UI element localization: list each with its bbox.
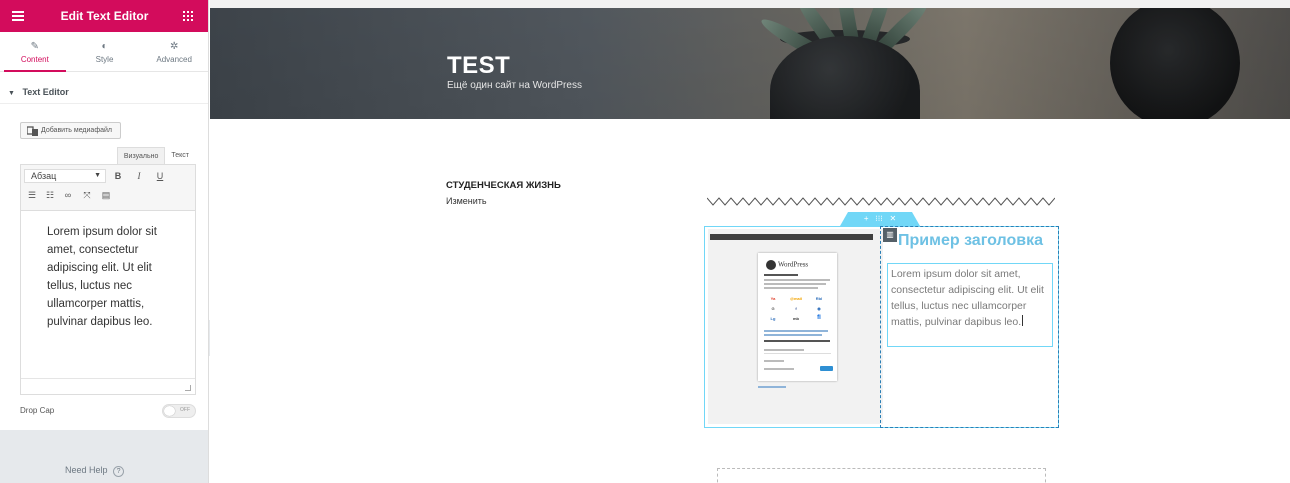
edit-link[interactable]: Изменить — [446, 196, 487, 206]
editor-mode-tabs: Визуально Текст — [116, 147, 195, 165]
screenshot-logo-tile: ◉ — [817, 306, 821, 311]
screenshot-line — [764, 353, 831, 354]
screenshot-login-button — [820, 366, 833, 371]
post-heading: СТУДЕНЧЕСКАЯ ЖИЗНЬ — [446, 180, 561, 191]
screenshot-line — [764, 349, 804, 351]
screenshot-line — [764, 368, 794, 370]
toggle-state: OFF — [180, 407, 190, 413]
banner-overlay — [210, 8, 1290, 119]
toggle-knob — [164, 406, 175, 416]
wordpress-brand: WordPress — [778, 260, 809, 269]
italic-button[interactable]: I — [133, 171, 145, 181]
tab-content-label: Content — [20, 55, 49, 64]
zigzag-divider — [707, 197, 1055, 206]
text-editor-widget[interactable]: Lorem ipsum dolor sit amet, consectetur … — [887, 263, 1053, 347]
toolbar-toggle-icon[interactable]: ▤ — [100, 190, 112, 201]
screenshot-logo-tile: @mail — [790, 296, 802, 301]
site-header-banner: TEST Ещё один сайт на WordPress — [210, 8, 1290, 119]
screenshot-line — [764, 274, 798, 276]
pencil-icon: ✎ — [30, 41, 40, 52]
tab-text[interactable]: Текст — [165, 147, 195, 165]
drag-section-icon[interactable]: ⁝⁝⁝ — [875, 214, 883, 223]
screenshot-logo-tile: mb — [793, 316, 799, 321]
column-handle-icon[interactable]: ▥ — [883, 228, 897, 242]
image-top-bar — [710, 234, 873, 240]
delete-section-icon[interactable]: ✕ — [889, 214, 896, 223]
top-strip — [210, 0, 1290, 8]
screenshot-line — [764, 360, 784, 362]
wordpress-logo-icon — [766, 260, 776, 270]
need-help-link[interactable]: Need Help ? — [65, 465, 125, 477]
panel-title: Edit Text Editor — [60, 9, 149, 23]
wysiwyg-editor: Абзац ▼ B I U ☰ ☷ ∞ ⤧ ▤ Lorem ipsum dolo… — [20, 164, 196, 395]
panel-header: Edit Text Editor — [0, 0, 208, 32]
editor-content[interactable]: Lorem ipsum dolor sit amet, consectetur … — [21, 211, 195, 379]
screenshot-line — [764, 334, 822, 336]
caret-down-icon: ▼ — [8, 90, 15, 97]
tab-content[interactable]: ✎ Content — [0, 32, 70, 72]
screenshot-line — [764, 330, 828, 332]
site-title[interactable]: TEST — [447, 52, 510, 80]
screenshot-logo-tile: fl — [817, 315, 821, 321]
panel-footer: Need Help ? — [0, 430, 208, 483]
need-help-label: Need Help — [65, 465, 108, 475]
help-icon: ? — [113, 466, 125, 477]
elementor-editor: Edit Text Editor ✎ Content ◐ Style ✲ Adv… — [0, 0, 1290, 483]
text-cursor — [1022, 315, 1024, 326]
drop-cap-label: Drop Cap — [20, 406, 55, 415]
resize-handle-icon[interactable] — [185, 385, 191, 391]
screenshot-line — [764, 283, 826, 285]
tab-advanced-label: Advanced — [156, 55, 192, 64]
drop-cap-toggle[interactable]: OFF — [162, 404, 196, 418]
wordpress-logo: WordPress — [766, 260, 808, 270]
format-select-value: Абзац — [31, 171, 57, 181]
underline-button[interactable]: U — [154, 171, 166, 181]
panel-tabs: ✎ Content ◐ Style ✲ Advanced — [0, 32, 208, 72]
screenshot-line — [764, 340, 830, 342]
numbered-list-icon[interactable]: ☷ — [44, 190, 56, 201]
tab-style-label: Style — [95, 55, 114, 64]
screenshot-logo-tile: Rbl — [815, 296, 823, 301]
wordpress-login-screenshot: WordPress Ya @mail Rbl G f ◉ Lg mb fl — [758, 253, 837, 381]
bullet-list-icon[interactable]: ☰ — [26, 190, 38, 201]
screenshot-logo-tile: Lg — [770, 316, 776, 321]
screenshot-logo-tile: G — [771, 306, 775, 311]
screenshot-line — [764, 287, 818, 289]
gear-icon: ✲ — [169, 41, 179, 52]
preview-canvas: TEST Ещё один сайт на WordPress СТУДЕНЧЕ… — [210, 0, 1290, 483]
media-icon — [27, 126, 38, 136]
screenshot-logo-tile: f — [795, 306, 797, 311]
tab-style[interactable]: ◐ Style — [70, 32, 140, 71]
screenshot-logo-tile: Ya — [770, 296, 776, 301]
add-media-button[interactable]: Добавить медиафайл — [20, 122, 121, 139]
section-controls: + ⁝⁝⁝ ✕ — [840, 212, 920, 226]
widget-text-content: Lorem ipsum dolor sit amet, consectetur … — [891, 268, 1044, 328]
widget-heading[interactable]: Пример заголовка — [898, 232, 1043, 250]
editor-resize-bar — [21, 378, 195, 394]
editor-panel: Edit Text Editor ✎ Content ◐ Style ✲ Adv… — [0, 0, 209, 483]
section-toggle-text-editor[interactable]: ▼ Text Editor — [0, 80, 208, 104]
format-select[interactable]: Абзац ▼ — [24, 169, 106, 183]
site-tagline: Ещё один сайт на WordPress — [447, 80, 582, 91]
section-title: Text Editor — [22, 87, 69, 97]
bold-button[interactable]: B — [112, 171, 124, 181]
contrast-icon: ◐ — [101, 41, 108, 52]
fullscreen-icon[interactable]: ⤧ — [81, 190, 93, 201]
widgets-grid-icon[interactable] — [183, 11, 193, 21]
add-media-label: Добавить медиафайл — [41, 127, 112, 134]
editor-toolbar: Абзац ▼ B I U ☰ ☷ ∞ ⤧ ▤ — [21, 165, 195, 211]
tab-visual[interactable]: Визуально — [116, 147, 166, 165]
column-left[interactable]: WordPress Ya @mail Rbl G f ◉ Lg mb fl — [708, 229, 883, 424]
empty-section-placeholder[interactable] — [717, 468, 1046, 483]
link-icon[interactable]: ∞ — [62, 190, 74, 200]
tab-advanced[interactable]: ✲ Advanced — [139, 32, 208, 71]
add-section-icon[interactable]: + — [864, 214, 869, 223]
screenshot-line — [764, 279, 830, 281]
chevron-down-icon: ▼ — [94, 172, 101, 179]
screenshot-caption-line — [758, 386, 786, 388]
